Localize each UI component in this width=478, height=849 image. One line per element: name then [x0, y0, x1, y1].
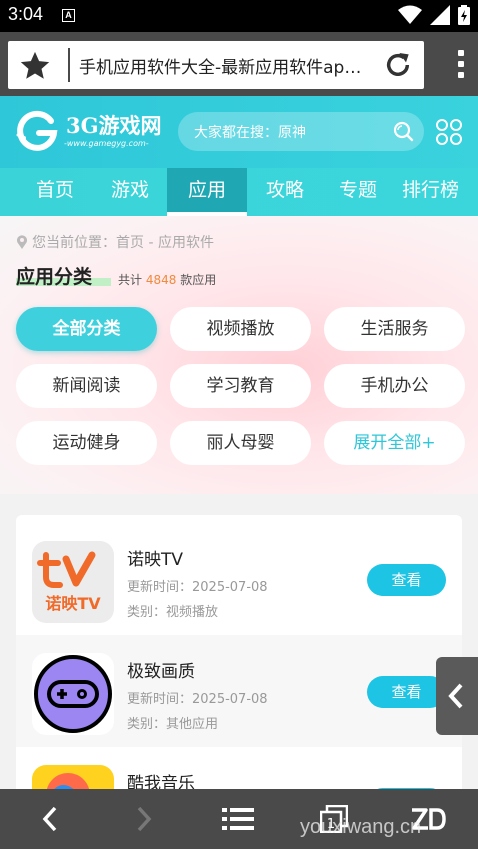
category-fitness-button[interactable]: 运动健身 [16, 421, 157, 465]
tab-guides[interactable]: 攻略 [252, 168, 318, 216]
back-icon[interactable] [40, 805, 60, 833]
search-icon[interactable] [392, 120, 414, 142]
breadcrumb: 您当前位置：首页 - 应用软件 [16, 232, 214, 252]
site-header: 3G游戏网 -www.gamegyg.com- 大家都在搜：原神 [0, 96, 478, 168]
star-icon[interactable] [18, 49, 52, 83]
grid-icon[interactable] [435, 118, 463, 146]
app-name[interactable]: 诺映TV [127, 545, 183, 570]
list-item[interactable]: 诺映TV 诺映TV 更新时间：2025-07-08 类别：视频播放 查看 [16, 523, 462, 635]
tab-home[interactable]: 首页 [22, 168, 88, 216]
app-icon-text: 诺映TV [45, 594, 101, 613]
view-button[interactable]: 查看 [367, 564, 446, 596]
site-logo[interactable]: 3G游戏网 -www.gamegyg.com- [14, 108, 164, 154]
breadcrumb-text: 您当前位置：首页 - 应用软件 [32, 235, 214, 251]
app-category: 类别：视频播放 [127, 605, 219, 620]
app-list: 诺映TV 诺映TV 更新时间：2025-07-08 类别：视频播放 查看 极致画… [16, 515, 462, 815]
battery-icon [458, 5, 470, 25]
wifi-icon [398, 5, 422, 24]
tab-topics[interactable]: 专题 [325, 168, 391, 216]
app-category: 类别：其他应用 [127, 717, 219, 732]
list-item[interactable]: 极致画质 更新时间：2025-07-08 类别：其他应用 查看 [16, 635, 462, 747]
category-education-button[interactable]: 学习教育 [170, 364, 311, 408]
status-bar: 3:04 A [0, 0, 478, 32]
total-count: 共计 4848 款应用 [118, 273, 217, 287]
search-input[interactable]: 大家都在搜：原神 [178, 112, 424, 151]
category-beauty-button[interactable]: 丽人母婴 [170, 421, 311, 465]
tab-apps[interactable]: 应用 [167, 168, 247, 216]
category-expand-button[interactable]: 展开全部+ [324, 421, 465, 465]
url-title[interactable]: 手机应用软件大全-最新应用软件ap… [79, 53, 384, 78]
chevron-left-icon [448, 683, 463, 709]
location-pin-icon [17, 235, 27, 249]
reload-icon[interactable] [382, 49, 414, 81]
tab-rankings[interactable]: 排行榜 [402, 168, 478, 216]
category-office-button[interactable]: 手机办公 [324, 364, 465, 408]
main-nav: 首页 游戏 应用 攻略 专题 排行榜 [0, 168, 478, 216]
notification-badge: A [62, 9, 75, 22]
view-button[interactable]: 查看 [367, 676, 446, 708]
tv-logo-icon: 诺映TV [37, 551, 101, 613]
side-panel-toggle[interactable] [436, 657, 478, 735]
category-life-button[interactable]: 生活服务 [324, 307, 465, 351]
status-time: 3:04 [8, 4, 44, 24]
app-icon-nuoying[interactable]: 诺映TV [32, 541, 114, 623]
watermark: youxiwang.cn [300, 816, 422, 838]
browser-toolbar: 手机应用软件大全-最新应用软件ap… [0, 32, 478, 96]
category-all-button[interactable]: 全部分类 [16, 307, 157, 351]
gamepad-icon [34, 655, 112, 733]
forward-icon[interactable] [134, 805, 154, 833]
app-update-date: 更新时间：2025-07-08 [127, 580, 268, 595]
logo-url: -www.gamegyg.com- [64, 139, 149, 148]
app-name[interactable]: 极致画质 [127, 657, 195, 682]
list-icon[interactable] [222, 805, 254, 833]
more-vert-icon[interactable] [458, 50, 464, 78]
logo-text: 3G游戏网 [66, 113, 162, 138]
category-section: 您当前位置：首页 - 应用软件 应用分类 共计 4848 款应用 全部分类 视频… [0, 216, 478, 494]
signal-icon [430, 5, 450, 25]
logo-g-icon [16, 110, 58, 151]
category-news-button[interactable]: 新闻阅读 [16, 364, 157, 408]
section-title: 应用分类 [16, 266, 93, 288]
tab-games[interactable]: 游戏 [97, 168, 163, 216]
category-video-button[interactable]: 视频播放 [170, 307, 311, 351]
url-separator [68, 48, 70, 82]
app-icon-jizhi[interactable] [32, 653, 114, 735]
app-update-date: 更新时间：2025-07-08 [127, 692, 268, 707]
total-count-number: 4848 [145, 273, 177, 287]
url-bar[interactable]: 手机应用软件大全-最新应用软件ap… [8, 41, 424, 89]
search-placeholder: 大家都在搜：原神 [194, 125, 306, 141]
